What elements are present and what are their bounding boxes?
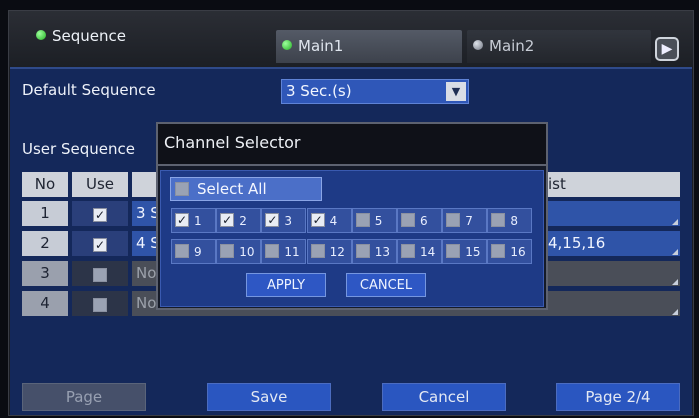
status-dot-icon <box>473 40 483 50</box>
checkbox-icon[interactable]: ✓ <box>175 213 189 227</box>
channel-12-checkbox[interactable]: ✓ 12 <box>306 239 352 264</box>
status-dot-icon <box>282 40 292 50</box>
row-4-use[interactable]: ✓ <box>72 291 128 316</box>
cancel-button[interactable]: Cancel <box>382 383 506 411</box>
apply-button[interactable]: APPLY <box>246 273 326 297</box>
select-all-label: Select All <box>197 180 267 198</box>
channel-label: 5 <box>374 214 383 228</box>
row-3-no: 3 <box>22 261 68 286</box>
resize-corner-icon <box>672 309 678 315</box>
column-header-no: No <box>22 172 68 197</box>
chevron-down-icon[interactable]: ▼ <box>446 82 466 101</box>
default-sequence-value: 3 Sec.(s) <box>286 82 352 100</box>
channel-label: 7 <box>465 214 473 228</box>
checkbox-icon[interactable]: ✓ <box>220 244 235 258</box>
checkbox-icon[interactable]: ✓ <box>93 238 107 252</box>
checkbox-icon[interactable]: ✓ <box>93 268 107 282</box>
checkbox-icon[interactable]: ✓ <box>175 182 189 196</box>
channel-4-checkbox[interactable]: ✓ 4 <box>306 208 352 233</box>
channel-3-checkbox[interactable]: ✓ 3 <box>261 208 307 233</box>
sequence-title-label: Sequence <box>52 27 126 45</box>
channel-14-checkbox[interactable]: ✓ 14 <box>397 239 442 264</box>
channel-7-checkbox[interactable]: ✓7 <box>442 208 488 233</box>
tab-main2[interactable]: Main2 <box>467 30 651 63</box>
checkbox-icon[interactable]: ✓ <box>491 213 506 227</box>
save-button[interactable]: Save <box>207 383 331 411</box>
dialog-cancel-button[interactable]: CANCEL <box>346 273 426 297</box>
row-1-use[interactable]: ✓ <box>72 201 128 226</box>
column-header-use: Use <box>72 172 128 197</box>
channel-label: 14 <box>420 245 436 259</box>
channel-label: 10 <box>239 245 255 259</box>
channel-label: 11 <box>284 245 300 259</box>
channel-label: 12 <box>329 245 345 259</box>
row-4-dwell: No <box>136 294 157 312</box>
checkbox-icon[interactable]: ✓ <box>310 213 325 227</box>
user-sequence-label: User Sequence <box>22 140 135 158</box>
channel-label: 8 <box>510 214 519 228</box>
channel-label: 16 <box>510 245 526 259</box>
channel-label: 3 <box>284 214 293 228</box>
checkbox-icon[interactable]: ✓ <box>265 213 280 227</box>
channel-label: 2 <box>239 214 247 228</box>
channel-label: 4 <box>329 214 338 228</box>
row-1-no: 1 <box>22 201 68 226</box>
channel-13-checkbox[interactable]: ✓ 13 <box>351 239 397 264</box>
channel-label: 9 <box>194 245 202 259</box>
resize-corner-icon <box>672 219 678 225</box>
tab-main2-label: Main2 <box>489 37 535 55</box>
row-3-dwell: No <box>136 264 157 282</box>
resize-corner-icon <box>672 249 678 255</box>
checkbox-icon[interactable]: ✓ <box>446 244 461 258</box>
channel-selector-title: Channel Selector <box>158 124 546 166</box>
channel-label: 6 <box>420 214 428 228</box>
chevron-right-icon[interactable]: ▶ <box>655 37 679 61</box>
default-sequence-dropdown[interactable]: 3 Sec.(s) ▼ <box>281 79 469 104</box>
channel-9-checkbox[interactable]: ✓9 <box>171 239 216 264</box>
default-sequence-label: Default Sequence <box>22 81 156 99</box>
checkbox-icon[interactable]: ✓ <box>265 244 280 258</box>
channel-label: 1 <box>194 214 202 228</box>
page-button[interactable]: Page <box>22 383 146 411</box>
tab-main1-label: Main1 <box>298 37 344 55</box>
channel-6-checkbox[interactable]: ✓6 <box>397 208 442 233</box>
channel-15-checkbox[interactable]: ✓ 15 <box>442 239 488 264</box>
checkbox-icon[interactable]: ✓ <box>175 244 189 258</box>
page-indicator-button[interactable]: Page 2/4 <box>556 383 680 411</box>
checkbox-icon[interactable]: ✓ <box>355 213 370 227</box>
checkbox-icon[interactable]: ✓ <box>401 213 415 227</box>
checkbox-icon[interactable]: ✓ <box>310 244 325 258</box>
checkbox-icon[interactable]: ✓ <box>220 213 235 227</box>
checkbox-icon[interactable]: ✓ <box>446 213 461 227</box>
checkbox-icon[interactable]: ✓ <box>401 244 415 258</box>
channel-11-checkbox[interactable]: ✓ 11 <box>261 239 307 264</box>
channel-10-checkbox[interactable]: ✓ 10 <box>216 239 262 264</box>
row-4-no: 4 <box>22 291 68 316</box>
checkbox-icon[interactable]: ✓ <box>355 244 370 258</box>
checkbox-icon[interactable]: ✓ <box>93 298 107 312</box>
sequence-title: Sequence <box>36 27 126 45</box>
row-2-no: 2 <box>22 231 68 256</box>
status-dot-icon <box>36 30 46 40</box>
channel-5-checkbox[interactable]: ✓5 <box>351 208 397 233</box>
channel-1-checkbox[interactable]: ✓ 1 <box>171 208 216 233</box>
row-2-use[interactable]: ✓ <box>72 231 128 256</box>
row-2-channel-list: 4,15,16 <box>548 234 606 252</box>
tab-main1[interactable]: Main1 <box>276 30 462 63</box>
checkbox-icon[interactable]: ✓ <box>93 208 107 222</box>
channel-2-checkbox[interactable]: ✓ 2 <box>216 208 262 233</box>
resize-corner-icon <box>672 279 678 285</box>
row-3-use[interactable]: ✓ <box>72 261 128 286</box>
channel-16-checkbox[interactable]: ✓ 16 <box>487 239 533 264</box>
select-all-checkbox[interactable]: ✓ Select All <box>170 177 322 201</box>
channel-label: 13 <box>374 245 391 259</box>
channel-8-checkbox[interactable]: ✓8 <box>487 208 533 233</box>
channel-label: 15 <box>465 245 481 259</box>
checkbox-icon[interactable]: ✓ <box>491 244 506 258</box>
